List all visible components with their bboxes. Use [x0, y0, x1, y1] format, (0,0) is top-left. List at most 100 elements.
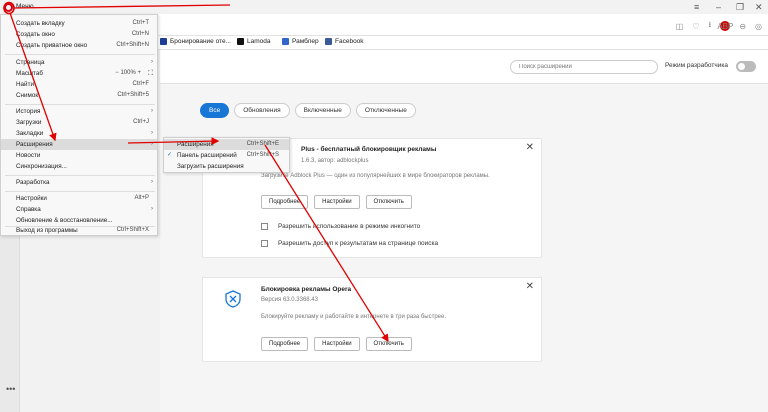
- incognito-checkbox[interactable]: Разрешить использование в режиме инкогни…: [261, 223, 420, 230]
- submenu-item-extensions-bar[interactable]: ✓ Панель расширений Ctrl+Shift+S: [164, 150, 289, 161]
- filter-all[interactable]: Все: [200, 103, 230, 118]
- menu-item-private-window[interactable]: Создать приватное окно Ctrl+Shift+N: [1, 40, 157, 51]
- menu-item-page[interactable]: Страница ›: [1, 57, 157, 68]
- menu-item-label: Разработка: [16, 179, 50, 186]
- close-window-icon[interactable]: ✕: [755, 2, 763, 13]
- menu-item-developer[interactable]: Разработка ›: [1, 177, 157, 188]
- menu-item-exit[interactable]: Выход из программы Ctrl+Shift+X: [1, 225, 157, 236]
- settings-button[interactable]: Настройки: [314, 337, 360, 351]
- menu-item-label: Закладки: [16, 130, 44, 137]
- submenu-item-label: Загрузить расширения: [177, 163, 244, 170]
- menu-item-snapshot[interactable]: Снимок Ctrl+Shift+5: [1, 90, 157, 101]
- submenu-item-extensions[interactable]: Расширения Ctrl+Shift+E: [164, 139, 289, 150]
- chevron-right-icon: ›: [151, 141, 153, 147]
- submenu-item-shortcut: Ctrl+Shift+E: [246, 141, 279, 147]
- menu-item-shortcut: Ctrl+T: [132, 20, 150, 26]
- menu-item-shortcut: Ctrl+Shift+X: [116, 227, 149, 233]
- menu-item-label: Синхронизация...: [16, 163, 67, 170]
- heart-icon[interactable]: ♡: [692, 22, 699, 31]
- pin-icon[interactable]: ⊖: [739, 22, 746, 31]
- lamoda-icon: [237, 38, 244, 45]
- filter-tabs: Все Обновления Включенные Отключенные: [200, 103, 416, 118]
- menu-item-find[interactable]: Найти Ctrl+F: [1, 79, 157, 90]
- menu-separator: [5, 175, 155, 176]
- filter-updates[interactable]: Обновления: [234, 103, 290, 118]
- sidebar-more-icon[interactable]: •••: [6, 384, 15, 394]
- bookmark-label: Facebook: [335, 38, 364, 45]
- title-bar: Меню ≡ – ❐ ✕: [0, 0, 768, 14]
- opera-logo-icon[interactable]: [4, 3, 13, 12]
- disable-button[interactable]: Отключить: [365, 195, 412, 209]
- adblock-plus-icon[interactable]: ABP: [717, 21, 733, 31]
- details-button[interactable]: Подробнее: [261, 195, 309, 209]
- search-extensions-input[interactable]: [510, 60, 658, 74]
- minimize-icon[interactable]: –: [716, 2, 721, 12]
- menu-item-settings[interactable]: Настройки Alt+P: [1, 193, 157, 204]
- zoom-in-button[interactable]: +: [137, 70, 141, 76]
- filter-enabled[interactable]: Включенные: [294, 103, 351, 118]
- menu-item-extensions[interactable]: Расширения ›: [1, 139, 157, 150]
- menu-item-label: Создать окно: [16, 31, 55, 38]
- remove-extension-icon[interactable]: ✕: [526, 281, 534, 292]
- chevron-right-icon: ›: [151, 130, 153, 136]
- submenu-item-label: Панель расширений: [177, 152, 237, 159]
- checkbox-box[interactable]: [261, 240, 268, 247]
- menu-item-label: История: [16, 108, 41, 115]
- details-button[interactable]: Подробнее: [261, 337, 309, 351]
- search-results-checkbox[interactable]: Разрешить доступ к результатам на страни…: [261, 240, 438, 247]
- chevron-right-icon: ›: [151, 108, 153, 114]
- menu-item-history[interactable]: История ›: [1, 106, 157, 117]
- menu-separator: [5, 54, 155, 55]
- dev-mode-toggle[interactable]: [736, 61, 756, 72]
- chevron-right-icon: ›: [151, 59, 153, 65]
- zoom-out-button[interactable]: −: [115, 70, 119, 76]
- checkbox-label: Разрешить доступ к результатам на страни…: [278, 240, 439, 247]
- checkbox-label: Разрешить использование в режиме инкогни…: [278, 223, 421, 230]
- menu-item-new-tab[interactable]: Создать вкладку Ctrl+T: [1, 18, 157, 29]
- menu-separator: [5, 191, 155, 192]
- menu-item-zoom[interactable]: Масштаб − 100% + ⛶: [1, 68, 157, 79]
- checkbox-box[interactable]: [261, 223, 268, 230]
- menu-item-downloads[interactable]: Загрузки Ctrl+J: [1, 117, 157, 128]
- menu-item-new-window[interactable]: Создать окно Ctrl+N: [1, 29, 157, 40]
- fullscreen-icon[interactable]: ⛶: [148, 68, 153, 79]
- extension-card-opera-adblock: ✕ Блокировка рекламы Opera Версия 63.0.3…: [202, 277, 542, 362]
- settings-button[interactable]: Настройки: [314, 195, 360, 209]
- extension-buttons: Подробнее Настройки Отключить: [261, 195, 412, 209]
- remove-extension-icon[interactable]: ✕: [526, 142, 534, 153]
- checkmark-icon: ✓: [167, 152, 173, 158]
- bookmark-lamoda[interactable]: Lamoda: [237, 38, 271, 45]
- chevron-right-icon: ›: [151, 179, 153, 185]
- bookmark-label: Рамблер: [292, 38, 319, 45]
- bookmark-booking[interactable]: Бронирование оте...: [160, 38, 231, 45]
- disable-button[interactable]: Отключить: [365, 337, 412, 351]
- maximize-icon[interactable]: ❐: [736, 2, 744, 13]
- menu-item-shortcut: Ctrl+Shift+5: [117, 92, 149, 98]
- menu-item-label: Новости: [16, 152, 41, 159]
- account-icon[interactable]: ◎: [755, 22, 762, 31]
- bookmark-label: Бронирование оте...: [170, 38, 231, 45]
- shield-icon: [225, 290, 241, 308]
- extension-description: Блокируйте рекламу и работайте в интерне…: [261, 314, 447, 320]
- filter-disabled[interactable]: Отключенные: [355, 103, 416, 118]
- menu-item-bookmarks[interactable]: Закладки ›: [1, 128, 157, 139]
- facebook-icon: [325, 38, 332, 45]
- extension-version: Версия 63.0.3368.43: [261, 297, 318, 303]
- download-icon[interactable]: ⭳: [709, 19, 712, 33]
- menu-item-label: Снимок: [16, 92, 39, 99]
- bookmark-facebook[interactable]: Facebook: [325, 38, 364, 45]
- bookmark-rambler[interactable]: Рамблер: [282, 38, 319, 45]
- extensions-page: Режим разработчика Все Обновления Включе…: [160, 50, 768, 412]
- menu-item-news[interactable]: Новости: [1, 150, 157, 161]
- menu-item-shortcut: Ctrl+N: [131, 31, 149, 37]
- bookmark-label: Lamoda: [247, 38, 271, 45]
- menu-item-help[interactable]: Справка ›: [1, 204, 157, 215]
- submenu-item-get-extensions[interactable]: Загрузить расширения: [164, 161, 289, 172]
- menu-item-sync[interactable]: Синхронизация...: [1, 161, 157, 172]
- menu-button-label[interactable]: Меню: [16, 3, 34, 10]
- extensions-submenu: Расширения Ctrl+Shift+E ✓ Панель расширени…: [163, 137, 290, 173]
- menu-item-label: Справка: [16, 206, 41, 213]
- menu-toggle-icon[interactable]: ≡: [694, 2, 699, 12]
- camera-icon[interactable]: ◫: [676, 22, 684, 31]
- menu-item-shortcut: Ctrl+Shift+N: [116, 42, 149, 48]
